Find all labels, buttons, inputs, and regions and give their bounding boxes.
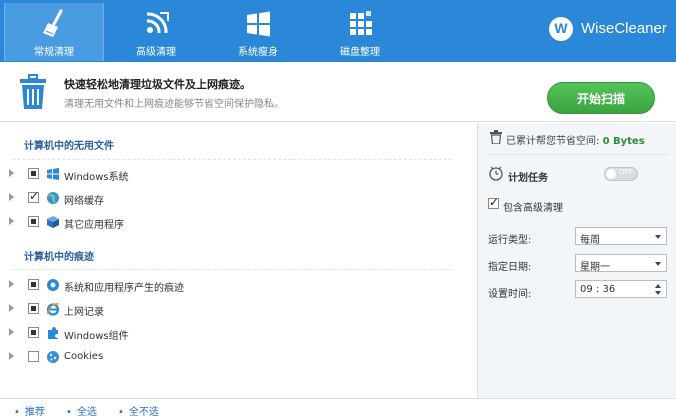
recommend-link[interactable]: 推荐 — [14, 403, 45, 418]
saved-text: 已累计帮您节省空间: 0 Bytes — [506, 132, 645, 147]
tab-label: 磁盘整理 — [340, 47, 380, 58]
item-label: 网络缓存 — [64, 196, 104, 207]
divider — [486, 154, 669, 155]
small-trash-icon — [490, 130, 502, 144]
expand-arrow-icon[interactable] — [9, 169, 14, 177]
saved-value: 0 Bytes — [602, 136, 645, 147]
wisecleaner-logo-icon: W — [549, 17, 573, 41]
list-item-browsing-history[interactable]: 上网记录 — [0, 299, 460, 319]
chevron-down-icon — [655, 262, 661, 266]
start-scan-button[interactable]: 开始扫描 — [547, 82, 655, 114]
select-all-link[interactable]: 全选 — [66, 403, 97, 418]
info-header: 快速轻松地清理垃圾文件及上网痕迹。 清理无用文件和上网痕迹能够节省空间保护隐私。… — [0, 62, 676, 122]
section-divider — [12, 269, 452, 270]
cookie-icon — [47, 351, 59, 363]
list-item-windows-components[interactable]: Windows组件 — [0, 323, 460, 343]
list-item-cookies[interactable]: Cookies — [0, 347, 460, 367]
select-none-link[interactable]: 全不选 — [118, 403, 159, 418]
tab-system-slim[interactable]: 系统瘦身 — [208, 3, 308, 61]
section-title-traces: 计算机中的痕迹 — [24, 252, 94, 263]
clean-items-panel: 计算机中的无用文件 Windows系统 网络缓存 其它应用程序 计算机中的痕迹 — [0, 123, 477, 398]
rss-icon — [146, 12, 169, 34]
trash-can-icon — [20, 74, 46, 109]
top-navigation: 常规清理 高级清理 系统瘦身 磁盘整理 W WiseCleaner — [0, 0, 676, 62]
tab-regular-clean[interactable]: 常规清理 — [4, 3, 104, 61]
globe-icon — [47, 192, 59, 204]
brand-name: WiseCleaner — [581, 20, 667, 37]
item-label: Cookies — [64, 351, 104, 362]
app-cube-icon — [47, 216, 59, 228]
tab-advanced-clean[interactable]: 高级清理 — [106, 3, 206, 61]
expand-arrow-icon[interactable] — [9, 280, 14, 288]
list-item-other-apps[interactable]: 其它应用程序 — [0, 212, 460, 232]
windows-icon — [47, 168, 59, 180]
checkbox-system-app-traces[interactable] — [28, 279, 39, 290]
tab-disk-defrag[interactable]: 磁盘整理 — [310, 3, 410, 61]
tab-label: 常规清理 — [34, 47, 74, 58]
checkbox-include-advanced[interactable] — [488, 195, 499, 209]
expand-arrow-icon[interactable] — [9, 352, 14, 360]
time-label: 设置时间: — [488, 289, 532, 300]
date-dropdown[interactable]: 星期一 — [575, 254, 667, 273]
item-label: 上网记录 — [64, 307, 104, 318]
checkbox-windows-system[interactable] — [28, 168, 39, 179]
checkbox-windows-components[interactable] — [28, 327, 39, 338]
item-label: Windows系统 — [64, 172, 129, 183]
chevron-down-icon — [655, 235, 661, 239]
list-item-windows-system[interactable]: Windows系统 — [0, 164, 460, 184]
schedule-toggle[interactable]: OFF — [604, 167, 638, 181]
checkbox-browsing-history[interactable] — [28, 303, 39, 314]
expand-arrow-icon[interactable] — [9, 193, 14, 201]
section-title-junk-files: 计算机中的无用文件 — [24, 141, 114, 152]
disk-defrag-icon — [350, 11, 372, 35]
spinner-up-icon[interactable] — [655, 284, 661, 288]
expand-arrow-icon[interactable] — [9, 304, 14, 312]
list-item-web-cache[interactable]: 网络缓存 — [0, 188, 460, 208]
list-item-system-app-traces[interactable]: 系统和应用程序产生的痕迹 — [0, 275, 460, 295]
time-value: 09 : 36 — [580, 284, 616, 295]
ie-browser-icon — [46, 303, 60, 316]
run-type-value: 每周 — [580, 235, 600, 246]
checkbox-other-apps[interactable] — [28, 216, 39, 227]
item-label: 其它应用程序 — [64, 220, 124, 231]
checkbox-web-cache[interactable] — [28, 189, 39, 203]
date-value: 星期一 — [580, 262, 610, 273]
item-label: Windows组件 — [64, 331, 129, 342]
include-advanced-label: 包含高级清理 — [503, 203, 563, 214]
windows-logo-icon — [247, 11, 270, 37]
schedule-panel: 已累计帮您节省空间: 0 Bytes 计划任务 OFF 包含高级清理 运行类型:… — [477, 123, 676, 398]
spinner-down-icon[interactable] — [655, 291, 661, 295]
saved-label: 已累计帮您节省空间: — [506, 136, 603, 147]
footer-bar: 推荐 全选 全不选 — [0, 398, 676, 418]
header-subtitle: 清理无用文件和上网痕迹能够节省空间保护隐私。 — [64, 99, 284, 110]
checkbox-cookies[interactable] — [28, 351, 39, 362]
item-label: 系统和应用程序产生的痕迹 — [64, 283, 184, 294]
system-gear-icon — [47, 279, 59, 291]
header-title: 快速轻松地清理垃圾文件及上网痕迹。 — [64, 78, 251, 91]
logo-letter: W — [554, 20, 568, 36]
schedule-title: 计划任务 — [508, 173, 548, 184]
toggle-label: OFF — [619, 169, 633, 176]
broom-icon — [43, 9, 63, 37]
tab-label: 高级清理 — [136, 47, 176, 58]
date-label: 指定日期: — [488, 262, 532, 273]
puzzle-icon — [48, 327, 58, 339]
toggle-knob — [606, 169, 616, 179]
expand-arrow-icon[interactable] — [9, 328, 14, 336]
run-type-dropdown[interactable]: 每周 — [575, 227, 667, 246]
time-spinner[interactable]: 09 : 36 — [575, 280, 667, 298]
tab-label: 系统瘦身 — [238, 47, 278, 58]
clock-icon — [489, 166, 503, 181]
section-divider — [12, 159, 452, 160]
expand-arrow-icon[interactable] — [9, 217, 14, 225]
run-type-label: 运行类型: — [488, 235, 532, 246]
